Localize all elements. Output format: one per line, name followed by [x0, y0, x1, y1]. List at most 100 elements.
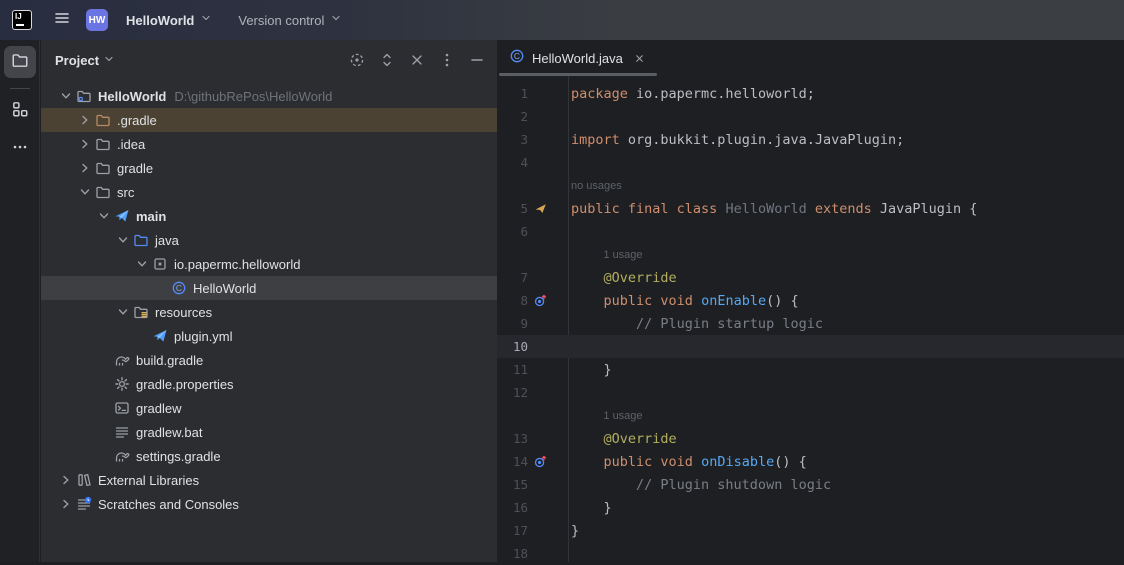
chevron-down-icon[interactable] — [114, 232, 132, 248]
code-line-12[interactable]: 12 — [497, 381, 1124, 404]
inlay-hint-row[interactable]: no usages — [497, 174, 1124, 197]
main-menu-button[interactable] — [46, 5, 78, 35]
chevron-down-icon[interactable] — [76, 184, 94, 200]
hide-panel-button[interactable] — [467, 50, 487, 70]
plugin-marker-icon[interactable] — [528, 201, 552, 217]
code-text: } — [552, 500, 612, 516]
chevron-down-icon — [103, 53, 115, 68]
vcs-widget-button[interactable]: Version control — [220, 5, 350, 35]
tree-item-label: src — [117, 185, 134, 200]
tree-item-main[interactable]: main — [41, 204, 497, 228]
folder-icon — [94, 160, 112, 176]
more-icon — [12, 139, 28, 160]
code-line-7[interactable]: 7 @Override — [497, 266, 1124, 289]
usages-inlay-hint[interactable]: 1 usage — [497, 249, 643, 261]
code-editor[interactable]: 1 package io.papermc.helloworld; 23import … — [497, 76, 1124, 562]
code-text: // Plugin startup logic — [552, 316, 823, 332]
project-view-selector[interactable]: Project — [55, 53, 115, 68]
tree-item-gradle-properties[interactable]: gradle.properties — [41, 372, 497, 396]
code-line-4[interactable]: 4 — [497, 151, 1124, 174]
project-tool-button[interactable] — [4, 46, 36, 78]
override-icon[interactable] — [528, 454, 552, 470]
code-line-13[interactable]: 13 @Override — [497, 427, 1124, 450]
gutter-spacer — [528, 477, 552, 493]
code-text: public void onDisable() { — [552, 454, 807, 470]
code-line-16[interactable]: 16 } — [497, 496, 1124, 519]
code-line-17[interactable]: 17} — [497, 519, 1124, 542]
usages-inlay-hint[interactable]: 1 usage — [497, 410, 643, 422]
line-number: 7 — [497, 270, 528, 285]
chevron-right-icon[interactable] — [76, 160, 94, 176]
code-line-5[interactable]: 5public final class HelloWorld extends J… — [497, 197, 1124, 220]
chevron-right-icon[interactable] — [76, 112, 94, 128]
tree-item--idea[interactable]: .idea — [41, 132, 497, 156]
package-icon — [151, 256, 169, 272]
tree-item-label: External Libraries — [98, 473, 199, 488]
chevron-right-icon[interactable] — [76, 136, 94, 152]
code-line-15[interactable]: 15 // Plugin shutdown logic — [497, 473, 1124, 496]
scratches-icon — [75, 496, 93, 512]
tree-item-external-libraries[interactable]: External Libraries — [41, 468, 497, 492]
code-line-3[interactable]: 3import org.bukkit.plugin.java.JavaPlugi… — [497, 128, 1124, 151]
tree-item-scratches-and-consoles[interactable]: Scratches and Consoles — [41, 492, 497, 516]
gutter-spacer — [528, 109, 552, 125]
tree-item-io-papermc-helloworld[interactable]: io.papermc.helloworld — [41, 252, 497, 276]
tree-item-label: HelloWorld — [193, 281, 256, 296]
project-widget-button[interactable]: HW HelloWorld — [78, 5, 220, 35]
chevron-down-icon[interactable] — [114, 304, 132, 320]
tree-item-label: gradle — [117, 161, 153, 176]
line-number: 10 — [497, 339, 528, 354]
paper-plane-icon — [113, 208, 131, 224]
tree-item--gradle[interactable]: .gradle — [41, 108, 497, 132]
tree-item-plugin-yml[interactable]: plugin.yml — [41, 324, 497, 348]
code-line-6[interactable]: 6 — [497, 220, 1124, 243]
code-line-2[interactable]: 2 — [497, 105, 1124, 128]
tree-item-src[interactable]: src — [41, 180, 497, 204]
tree-item-label: gradle.properties — [136, 377, 234, 392]
chevron-down-icon[interactable] — [95, 208, 113, 224]
code-line-11[interactable]: 11 } — [497, 358, 1124, 381]
chevron-down-icon[interactable] — [133, 256, 151, 272]
gutter-spacer — [528, 500, 552, 516]
tree-item-java[interactable]: java — [41, 228, 497, 252]
line-number: 1 — [497, 86, 528, 101]
chevron-down-icon — [200, 11, 212, 29]
more-tool-windows-button[interactable] — [4, 133, 36, 165]
tree-item-gradle[interactable]: gradle — [41, 156, 497, 180]
chevron-down-icon[interactable] — [57, 88, 75, 104]
modules-tool-button[interactable] — [4, 95, 36, 127]
inlay-hint-row[interactable]: 1 usage — [497, 404, 1124, 427]
expand-all-button[interactable] — [377, 50, 397, 70]
options-menu-button[interactable] — [437, 50, 457, 70]
chevron-spacer — [95, 352, 113, 368]
tree-item-helloworld[interactable]: HelloWorldD:\githubRePos\HelloWorld — [41, 84, 497, 108]
tree-item-helloworld[interactable]: CHelloWorld — [41, 276, 497, 300]
line-number: 12 — [497, 385, 528, 400]
hamburger-icon — [54, 10, 70, 31]
code-line-1[interactable]: 1 package io.papermc.helloworld; — [497, 82, 1124, 105]
tree-item-build-gradle[interactable]: build.gradle — [41, 348, 497, 372]
chevron-right-icon[interactable] — [57, 496, 75, 512]
code-text: package io.papermc.helloworld; — [552, 86, 815, 102]
code-line-8[interactable]: 8 public void onEnable() { — [497, 289, 1124, 312]
folder-excluded-icon — [94, 112, 112, 128]
tree-item-gradlew-bat[interactable]: gradlew.bat — [41, 420, 497, 444]
code-line-10[interactable]: 10 — [497, 335, 1124, 358]
code-line-14[interactable]: 14 public void onDisable() { — [497, 450, 1124, 473]
chevron-right-icon[interactable] — [57, 472, 75, 488]
gutter-spacer — [528, 132, 552, 148]
inlay-hint-row[interactable]: 1 usage — [497, 243, 1124, 266]
chevron-down-icon — [330, 11, 342, 29]
tree-item-resources[interactable]: resources — [41, 300, 497, 324]
collapse-all-button[interactable] — [407, 50, 427, 70]
tab-helloworld-java[interactable]: C HelloWorld.java — [497, 40, 658, 76]
override-icon[interactable] — [528, 293, 552, 309]
usages-inlay-hint[interactable]: no usages — [497, 180, 622, 192]
tree-item-settings-gradle[interactable]: settings.gradle — [41, 444, 497, 468]
code-text: public void onEnable() { — [552, 293, 799, 309]
close-tab-icon[interactable] — [632, 50, 648, 66]
code-line-9[interactable]: 9 // Plugin startup logic — [497, 312, 1124, 335]
code-text: public final class HelloWorld extends Ja… — [552, 201, 977, 217]
select-opened-file-button[interactable] — [347, 50, 367, 70]
tree-item-gradlew[interactable]: gradlew — [41, 396, 497, 420]
